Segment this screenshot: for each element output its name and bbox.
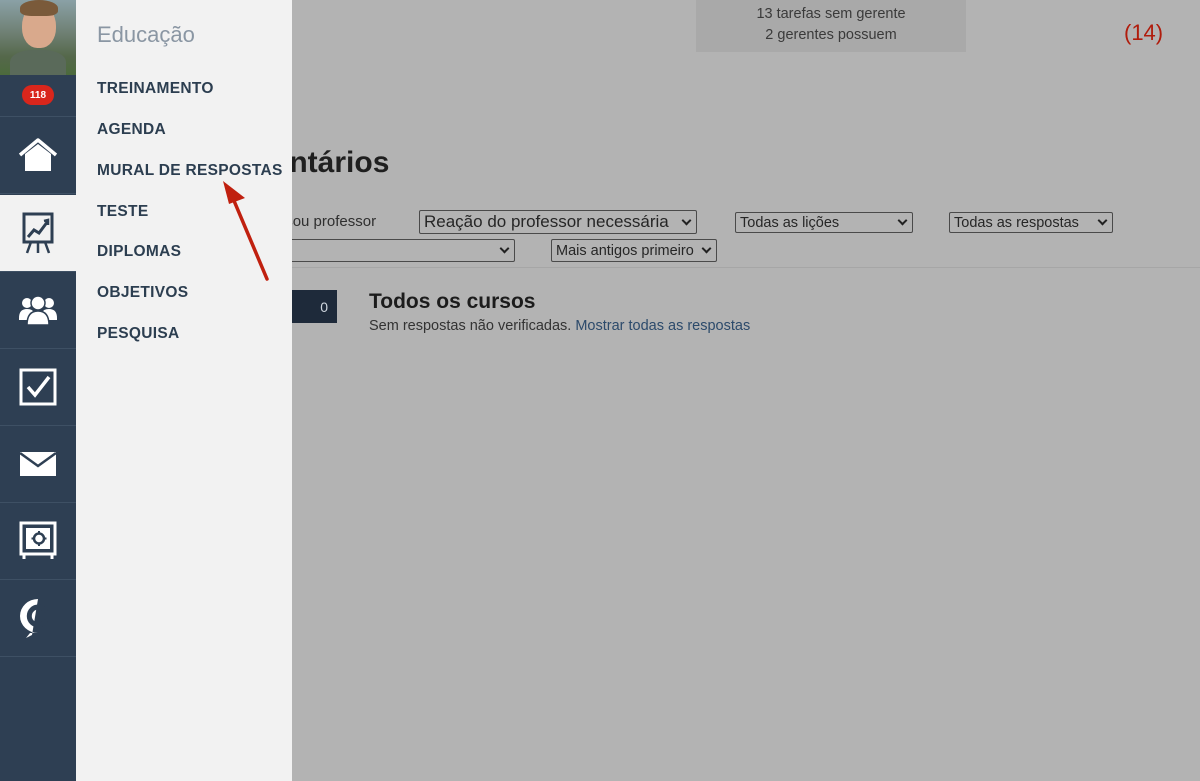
chevron-down-icon [499,243,510,254]
home-icon [18,138,58,171]
menu-item-answers-wall[interactable]: MURAL DE RESPOSTAS [97,162,283,180]
training-chart-icon [22,212,54,254]
answers-filter-value: Todas as respostas [954,214,1079,231]
brand-logo-icon [20,599,48,638]
lessons-filter-select[interactable]: Todas as lições [735,212,913,233]
menu-item-survey[interactable]: PESQUISA [97,325,180,343]
users-group-icon [19,295,57,326]
stats-line-1: 13 tarefas sem gerente [756,6,906,22]
checkbox-icon [19,368,57,406]
reaction-filter-value: Reação do professor necessária [424,212,669,231]
sidebar-item-messages[interactable] [0,426,76,503]
sidebar-item-settings[interactable] [0,503,76,580]
answers-filter-select[interactable]: Todas as respostas [949,212,1113,233]
avatar-hair [20,0,58,16]
sidebar-item-home[interactable] [0,117,76,194]
menu-item-diplomas[interactable]: DIPLOMAS [97,243,181,261]
order-filter-value: Mais antigos primeiro [556,242,694,259]
stats-line-2: 2 gerentes possuem [765,27,897,43]
safe-settings-icon [19,521,57,559]
show-all-answers-link[interactable]: Mostrar todas as respostas [575,318,750,334]
mail-icon [19,451,57,476]
menu-item-goals[interactable]: OBJETIVOS [97,284,188,302]
menu-item-training[interactable]: TREINAMENTO [97,80,214,98]
sidebar-rail: 118 [0,0,76,781]
notification-counter[interactable]: (14) [1124,20,1163,46]
avatar[interactable] [0,0,76,75]
notifications-row[interactable]: 118 [0,75,76,117]
courses-title: Todos os cursos [369,290,536,313]
courses-subtitle-text: Sem respostas não verificadas. [369,318,572,334]
chevron-down-icon [897,215,908,226]
menu-item-schedule[interactable]: AGENDA [97,121,166,139]
sidebar-item-education[interactable] [0,195,76,272]
flyout-title: Educação [97,22,195,47]
divider [246,267,1200,268]
lessons-filter-value: Todas as lições [740,214,840,231]
chevron-down-icon [1097,215,1108,226]
chevron-down-icon [701,243,712,254]
unassigned-tasks-box[interactable]: 13 tarefas sem gerente 2 gerentes possue… [696,0,966,52]
courses-subtitle: Sem respostas não verificadas. Mostrar t… [369,318,750,334]
sidebar-item-users[interactable] [0,272,76,349]
education-flyout-menu: Educação TREINAMENTO AGENDA MURAL DE RES… [76,0,292,781]
order-filter-select[interactable]: Mais antigos primeiro [551,239,717,262]
students-filter-select[interactable]: unos [256,239,515,262]
notification-badge[interactable]: 118 [22,85,54,105]
menu-item-test[interactable]: TESTE [97,203,148,221]
sidebar-item-tasks[interactable] [0,349,76,426]
chevron-down-icon [681,215,692,225]
reaction-filter-select[interactable]: Reação do professor necessária [419,210,697,234]
sidebar-item-brand[interactable] [0,580,76,657]
avatar-shirt [10,50,66,75]
